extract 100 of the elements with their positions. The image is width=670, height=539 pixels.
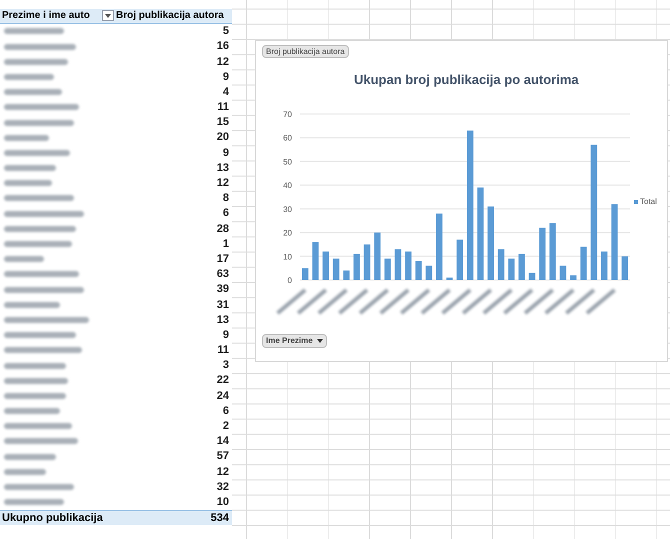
table-cell-text: 9 — [222, 146, 230, 161]
bar — [332, 258, 340, 280]
table-cell-text: 32 — [216, 480, 230, 495]
bar — [528, 272, 536, 280]
column-header: Prezime i ime auto — [2, 9, 90, 24]
bar — [622, 256, 628, 280]
table-cell-text: 57 — [216, 449, 230, 464]
bar — [601, 251, 608, 280]
bar — [354, 253, 360, 280]
total-label: Ukupno publikacija — [1, 510, 103, 526]
blurred-name — [4, 302, 60, 308]
blurred-name — [4, 454, 56, 460]
blurred-name — [4, 499, 64, 506]
bar — [580, 246, 587, 280]
axis-tick-label: 40 — [283, 180, 292, 190]
table-cell-text: 24 — [216, 388, 230, 404]
caret-icon — [105, 14, 111, 18]
axis-tick-label: 60 — [283, 133, 292, 142]
bar — [498, 248, 504, 280]
table-cell-text: 12 — [216, 176, 230, 191]
table-cell-text: 10 — [216, 494, 230, 510]
column-header: Broj publikacija autora — [116, 9, 224, 24]
axis-field-button[interactable]: Ime Prezime — [262, 334, 327, 348]
blurred-name — [4, 44, 76, 50]
bar — [560, 265, 566, 280]
axis-tick-label: 20 — [283, 228, 292, 238]
blurred-name — [4, 392, 66, 399]
blurred-name — [4, 256, 44, 262]
axis-tick-label: 10 — [283, 252, 292, 261]
bar — [384, 258, 391, 280]
field-button[interactable]: Broj publikacija autora — [262, 45, 349, 58]
blurred-name — [4, 362, 66, 368]
table-cell-text: 22 — [216, 373, 230, 388]
blurred-name — [4, 378, 68, 384]
blurred-name — [4, 468, 46, 475]
bar — [343, 270, 350, 280]
blurred-name — [4, 180, 52, 186]
table-cell-text: 9 — [222, 70, 230, 85]
bar — [364, 244, 370, 280]
table-cell-text: 8 — [222, 191, 230, 206]
blurred-name — [4, 28, 64, 34]
table-cell-text: 13 — [216, 160, 230, 176]
table-cell-text: 6 — [222, 404, 230, 419]
table-cell-text: 17 — [216, 252, 230, 267]
bar — [549, 222, 556, 280]
blurred-name — [4, 89, 62, 96]
bar — [415, 260, 422, 280]
legend-label: Total — [640, 196, 657, 208]
table-cell-text: 3 — [222, 358, 230, 374]
bar — [518, 253, 525, 280]
table-cell-text: 1 — [222, 236, 230, 252]
table-cell-text: 39 — [216, 282, 230, 298]
table-cell-text: 2 — [222, 419, 230, 434]
chart-panel[interactable]: Broj publikacija autora Ukupan broj publikacija po autorima 0 10 20 30 40 50 60 70 Total Ime Prezime — [255, 40, 668, 362]
blurred-name — [4, 408, 60, 414]
table-cell-text: 6 — [222, 206, 230, 222]
bar — [394, 248, 402, 280]
blurred-name — [4, 150, 70, 156]
blurred-name — [4, 241, 72, 247]
bar — [570, 274, 576, 280]
blurred-name — [4, 58, 68, 65]
table-cell-text: 15 — [216, 115, 230, 130]
blurred-name — [4, 74, 54, 80]
chart-title: Ukupan broj publikacija po autorima — [354, 71, 579, 89]
blurred-name — [4, 484, 74, 490]
legend-swatch — [634, 200, 638, 204]
bar — [426, 265, 432, 280]
axis-tick-label: 0 — [288, 276, 292, 284]
table-cell-text: 16 — [216, 39, 230, 54]
table-cell-text: 31 — [216, 298, 230, 312]
table-cell-text: 28 — [216, 222, 230, 237]
table-cell-text: 5 — [222, 24, 230, 40]
table-cell-text: 11 — [217, 100, 230, 116]
bar — [312, 242, 319, 280]
blurred-name — [4, 120, 74, 126]
bar — [374, 232, 381, 280]
bar — [436, 213, 442, 280]
bar — [508, 258, 515, 280]
caret-icon — [316, 338, 323, 342]
blurred-name — [4, 195, 74, 202]
bar — [456, 239, 464, 280]
bar — [446, 277, 453, 280]
blurred-name — [4, 226, 76, 232]
bar — [405, 251, 412, 280]
table-cell-text: 11 — [217, 343, 230, 358]
table-cell-text: 9 — [222, 328, 230, 343]
blurred-name — [4, 165, 56, 172]
axis-tick-label: 50 — [283, 156, 292, 166]
total-value: 534 — [210, 510, 230, 526]
bar — [539, 227, 546, 280]
table-cell-text: 12 — [216, 464, 230, 480]
filter-dropdown-button[interactable] — [102, 10, 114, 22]
table-cell-text: 14 — [216, 434, 230, 450]
blurred-name — [4, 332, 76, 338]
blurred-name — [4, 423, 72, 430]
blurred-name — [4, 134, 49, 141]
table-cell-text: 20 — [216, 130, 230, 146]
axis-tick-label: 30 — [283, 204, 292, 214]
table-cell-text: 13 — [216, 312, 230, 328]
table-cell-text: 4 — [222, 84, 230, 100]
